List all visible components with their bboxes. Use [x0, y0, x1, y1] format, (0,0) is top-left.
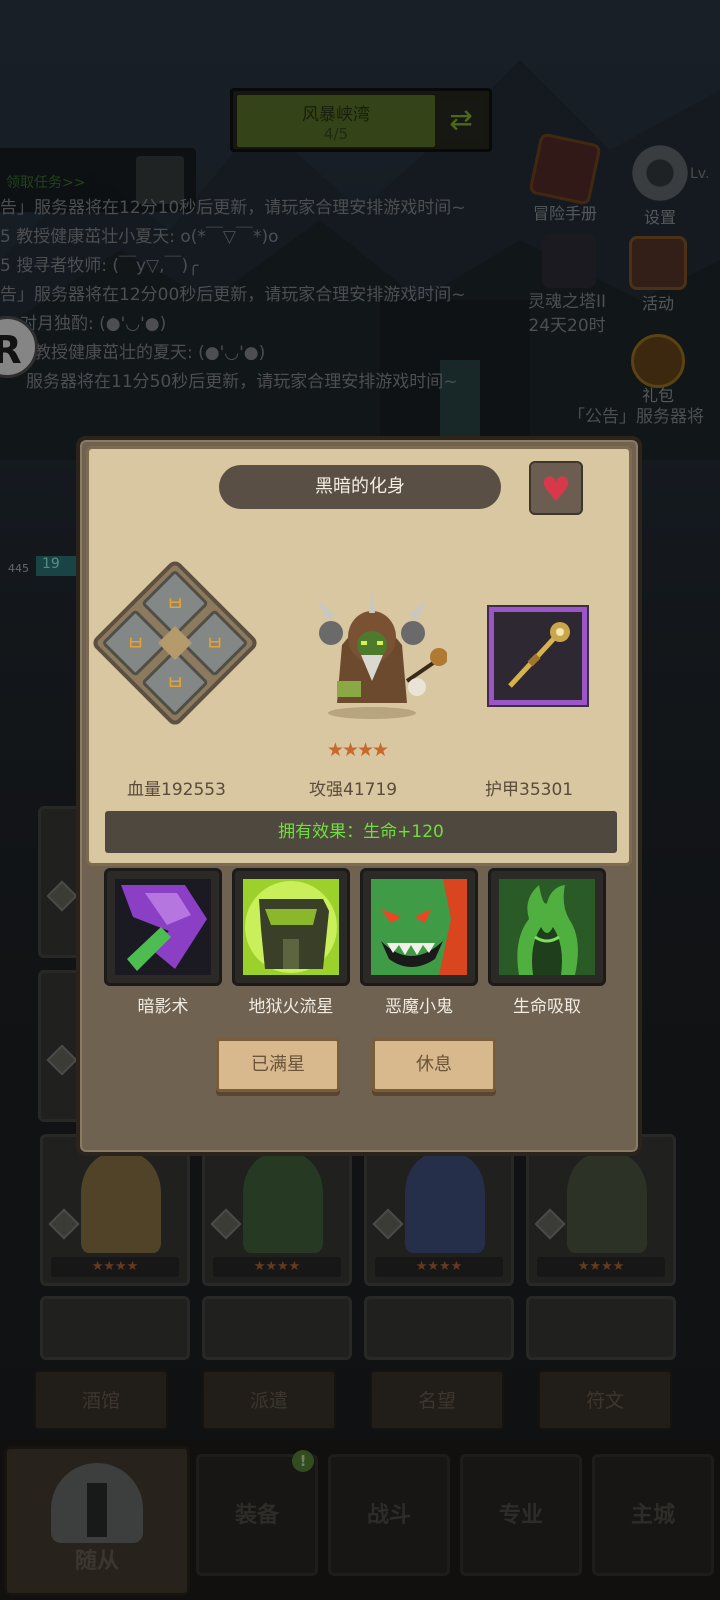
rune-center	[158, 626, 192, 660]
staff-icon	[508, 622, 570, 688]
warlock-hero-portrait	[317, 589, 447, 719]
skill-frame	[232, 868, 350, 986]
hero-star-rating: ★★★★	[326, 739, 389, 761]
hero-title: 黑暗的化身	[219, 465, 501, 509]
drain-life-icon	[499, 879, 595, 975]
hero-detail-modal: 黑暗的化身 ♥ ㅂ ㅂ ㅂ ㅂ ★★★★ 血量192553 攻强41719 护甲…	[76, 436, 642, 1156]
skill-imp[interactable]: 恶魔小鬼	[360, 868, 478, 1017]
attack-stat: 攻强41719	[309, 780, 398, 800]
armor-stat: 护甲35301	[485, 780, 574, 800]
rest-button[interactable]: 休息	[372, 1038, 496, 1092]
skill-shadow-bolt[interactable]: 暗影术	[104, 868, 222, 1017]
infernal-meteor-icon	[243, 879, 339, 975]
skill-name: 暗影术	[137, 997, 189, 1017]
hp-stat: 血量192553	[127, 780, 226, 800]
heart-icon: ♥	[540, 470, 572, 510]
skill-name: 生命吸取	[513, 997, 581, 1017]
imp-face-icon	[371, 879, 467, 975]
skill-name: 恶魔小鬼	[385, 997, 453, 1017]
skill-frame	[488, 868, 606, 986]
shadow-crystal-icon	[115, 879, 211, 975]
rune-slot-icon[interactable]: ㅂ ㅂ ㅂ ㅂ	[90, 558, 260, 728]
favorite-button[interactable]: ♥	[529, 461, 583, 515]
owned-effect: 拥有效果：生命+120	[105, 811, 617, 853]
skill-drain-life[interactable]: 生命吸取	[488, 868, 606, 1017]
skill-frame	[104, 868, 222, 986]
skill-name: 地狱火流星	[248, 997, 334, 1017]
skill-infernal[interactable]: 地狱火流星	[232, 868, 350, 1017]
weapon-slot[interactable]	[489, 607, 587, 705]
max-star-button[interactable]: 已满星	[216, 1038, 340, 1092]
hero-info-panel: 黑暗的化身 ♥ ㅂ ㅂ ㅂ ㅂ ★★★★ 血量192553 攻强41719 护甲…	[86, 446, 632, 866]
skill-frame	[360, 868, 478, 986]
